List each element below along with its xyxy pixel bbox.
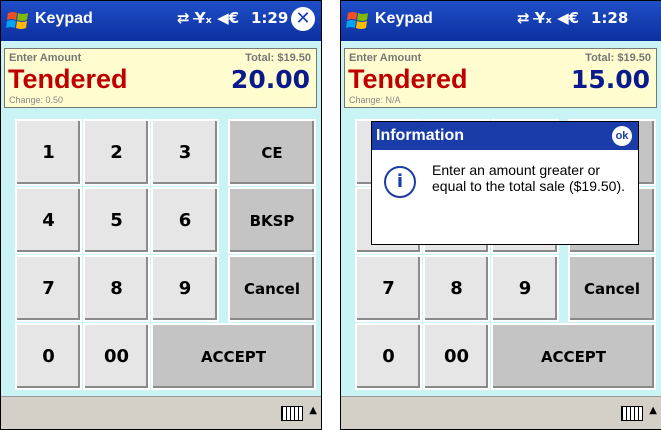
status-icons[interactable]: ⇄ Y̶ₓ ◀€ <box>177 9 239 27</box>
total-label: Total: $19.50 <box>245 52 311 64</box>
key-8[interactable]: 8 <box>423 255 490 322</box>
information-dialog: Information ok i Enter an amount greater… <box>371 121 639 245</box>
change-label: Change: 0.50 <box>9 95 64 105</box>
accept-button[interactable]: ACCEPT <box>151 323 316 390</box>
key-6[interactable]: 6 <box>151 187 219 254</box>
window-title: Keypad <box>35 10 93 27</box>
ok-button[interactable]: ok <box>612 126 632 146</box>
key-00[interactable]: 00 <box>83 323 150 390</box>
keyboard-icon[interactable] <box>621 406 643 421</box>
enter-amount-label: Enter Amount <box>349 52 422 64</box>
total-label: Total: $19.50 <box>585 52 651 64</box>
start-icon[interactable] <box>5 9 31 33</box>
amount-value: 15.00 <box>570 65 650 94</box>
key-7[interactable]: 7 <box>15 255 82 322</box>
tendered-label: Tendered <box>8 64 128 94</box>
dialog-title-bar: Information ok <box>372 122 638 150</box>
close-button[interactable]: ✕ <box>291 7 315 31</box>
tendered-label: Tendered <box>348 64 468 94</box>
sip-arrow-icon[interactable]: ▲ <box>309 405 317 416</box>
menu-bar: ▲ <box>341 396 661 429</box>
key-5[interactable]: 5 <box>83 187 150 254</box>
title-bar: Keypad ⇄ Y̶ₓ ◀€ 1:29 ✕ <box>1 1 321 41</box>
key-1[interactable]: 1 <box>15 119 82 186</box>
key-2[interactable]: 2 <box>83 119 150 186</box>
key-9[interactable]: 9 <box>491 255 559 322</box>
key-4[interactable]: 4 <box>15 187 82 254</box>
amount-display: Enter Amount Total: $19.50 Tendered 20.0… <box>4 48 317 108</box>
dialog-message: Enter an amount greater or equal to the … <box>432 162 626 194</box>
key-7[interactable]: 7 <box>355 255 422 322</box>
keypad-screen-right: Keypad ⇄ Y̶ₓ ◀€ 1:28 Enter Amount Total:… <box>340 0 661 430</box>
accept-button[interactable]: ACCEPT <box>491 323 656 390</box>
menu-bar: ▲ <box>1 396 321 429</box>
window-title: Keypad <box>375 10 433 27</box>
key-0[interactable]: 0 <box>355 323 422 390</box>
keypad-screen-left: Keypad ⇄ Y̶ₓ ◀€ 1:29 ✕ Enter Amount Tota… <box>0 0 322 430</box>
amount-value: 20.00 <box>230 65 310 94</box>
enter-amount-label: Enter Amount <box>9 52 82 64</box>
cancel-button[interactable]: Cancel <box>568 255 656 322</box>
backspace-button[interactable]: BKSP <box>228 187 316 254</box>
title-bar: Keypad ⇄ Y̶ₓ ◀€ 1:28 <box>341 1 661 41</box>
cancel-button[interactable]: Cancel <box>228 255 316 322</box>
info-icon: i <box>384 166 416 198</box>
change-label: Change: N/A <box>349 95 401 105</box>
clock[interactable]: 1:29 <box>251 9 288 27</box>
keyboard-icon[interactable] <box>281 406 303 421</box>
key-9[interactable]: 9 <box>151 255 219 322</box>
key-0[interactable]: 0 <box>15 323 82 390</box>
clock[interactable]: 1:28 <box>591 9 628 27</box>
key-8[interactable]: 8 <box>83 255 150 322</box>
start-icon[interactable] <box>345 9 371 33</box>
dialog-title: Information <box>376 127 464 144</box>
amount-display: Enter Amount Total: $19.50 Tendered 15.0… <box>344 48 657 108</box>
status-icons[interactable]: ⇄ Y̶ₓ ◀€ <box>517 9 579 27</box>
key-3[interactable]: 3 <box>151 119 219 186</box>
key-00[interactable]: 00 <box>423 323 490 390</box>
ce-button[interactable]: CE <box>228 119 316 186</box>
sip-arrow-icon[interactable]: ▲ <box>649 405 657 416</box>
